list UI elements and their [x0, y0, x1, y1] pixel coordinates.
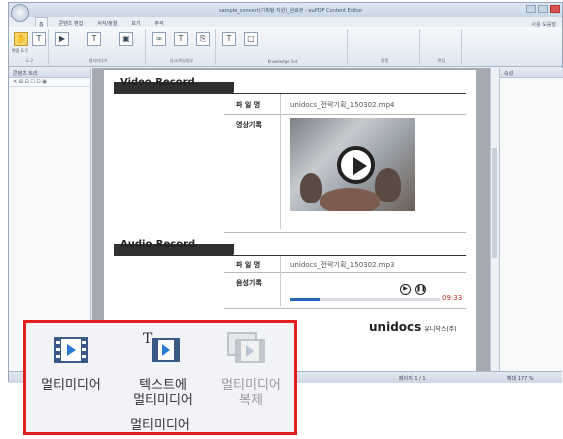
vertical-scrollbar[interactable]	[490, 68, 498, 373]
svg-text:T: T	[143, 331, 153, 347]
ribbon-group-label-multimedia: 멀티미디어	[88, 58, 108, 63]
ribbon: ✋ T 편집 도구 도구 ▶ T ▣ 멀티미디어 ∞ T ⎘ 링크/파일첨부 T…	[9, 27, 562, 67]
text-link-icon[interactable]: T	[174, 32, 188, 46]
multimedia-callout: T 멀티미디어 텍스트에 멀티미디어 멀티미디어 복제 멀티미디어	[23, 320, 297, 435]
attach-file-icon[interactable]: ⎘	[196, 32, 210, 46]
rectangle-icon[interactable]: □	[244, 32, 258, 46]
edit-tool-icon[interactable]: ✋	[14, 32, 28, 46]
ribbon-item-edit-tool: 편집 도구	[12, 48, 28, 53]
video-section-title: Video Record	[120, 77, 195, 88]
ribbon-group-link: ∞ T ⎘ 링크/파일첨부	[148, 29, 216, 65]
audio-play-icon[interactable]: ▶	[400, 284, 411, 295]
callout-label-text-multimedia[interactable]: 텍스트에 멀티미디어	[118, 378, 208, 408]
audio-filename-label: 파 일 명	[236, 261, 261, 269]
video-player[interactable]	[290, 118, 415, 211]
video-thumbnail-figure	[300, 173, 322, 203]
audio-pause-icon[interactable]: ❚❚	[415, 284, 426, 295]
video-filename-label: 파 일 명	[236, 101, 261, 109]
ribbon-group-align: 정렬	[350, 29, 420, 65]
video-record-label: 영상기록	[236, 121, 262, 129]
ribbon-group-label-link: 링크/파일첨부	[169, 58, 194, 63]
left-panel-title: 콘텐츠 트리	[9, 68, 90, 78]
audio-progress-bar[interactable]	[290, 298, 440, 301]
close-button[interactable]	[550, 5, 560, 13]
ribbon-group-label-edit: 편집	[437, 58, 446, 63]
multimedia-icon[interactable]: ▶	[55, 32, 69, 46]
ribbon-group-label-tools: 도구	[25, 58, 34, 63]
right-panel-title: 속성	[500, 68, 563, 78]
audio-column-divider	[280, 256, 281, 306]
logo-brand: unidocs	[369, 320, 422, 334]
text-area-icon[interactable]: T	[222, 32, 236, 46]
zoom-indicator[interactable]: 확대 177 %	[507, 375, 534, 382]
video-thumbnail-figure	[320, 188, 380, 211]
callout-group-label: 멀티미디어	[130, 418, 190, 433]
callout-label-multimedia-copy: 멀티미디어 복제	[221, 378, 281, 408]
ribbon-group-multimedia: ▶ T ▣ 멀티미디어	[51, 29, 146, 65]
multimedia-copy-icon	[227, 332, 265, 363]
video-column-divider	[280, 94, 281, 229]
text-tool-icon[interactable]: T	[32, 32, 46, 46]
maximize-button[interactable]	[538, 5, 548, 13]
audio-section-rule	[116, 255, 466, 256]
audio-divider	[224, 272, 466, 273]
video-filename-value: unidocs_전략기획_150302.mp4	[290, 101, 395, 109]
audio-time: 09:33	[442, 294, 463, 302]
ribbon-group-label-align: 정렬	[380, 58, 389, 63]
window-title: sample_convert(기획팀 지원)_완료본 - euPDF Conte…	[219, 8, 363, 14]
callout-label-multimedia[interactable]: 멀티미디어	[26, 378, 116, 393]
video-section-rule	[116, 93, 466, 94]
audio-progress-fill	[290, 298, 320, 301]
ribbon-group-label-knowledge-set: Knowledge Set	[267, 59, 298, 64]
audio-bottom-rule	[224, 308, 466, 309]
play-icon[interactable]	[337, 146, 375, 184]
logo-sub: 유니닥스(주)	[424, 326, 457, 333]
left-panel-toolbar[interactable]: ✕ ⊞ ⊟ ☐ ⊡ ▣	[9, 78, 90, 87]
link-icon[interactable]: ∞	[152, 32, 166, 46]
text-multimedia-icon[interactable]: T	[141, 329, 183, 365]
ribbon-group-knowledge-set: T □ Knowledge Set	[218, 29, 348, 65]
right-panel: 속성	[499, 68, 563, 382]
audio-filename-value: unidocs_전략기획_150302.mp3	[290, 261, 395, 269]
text-multimedia-ribbon-icon[interactable]: T	[87, 32, 101, 46]
ribbon-group-tools: ✋ T 편집 도구 도구	[11, 29, 49, 65]
multimedia-copy-ribbon-icon[interactable]: ▣	[119, 32, 133, 46]
unidocs-logo: unidocs 유니닥스(주)	[369, 320, 457, 334]
ribbon-group-edit: 편집	[422, 29, 462, 65]
title-bar: sample_convert(기획팀 지원)_완료본 - euPDF Conte…	[9, 3, 562, 17]
audio-section-title: Audio Record	[120, 239, 196, 250]
video-bottom-rule	[224, 232, 466, 233]
page-indicator[interactable]: 페이지 1 / 1	[399, 375, 426, 382]
scrollbar-thumb[interactable]	[492, 148, 497, 258]
minimize-button[interactable]	[526, 5, 536, 13]
audio-record-label: 음성기록	[236, 279, 262, 287]
multimedia-film-icon[interactable]	[52, 335, 90, 365]
app-menu-button[interactable]	[11, 4, 29, 22]
video-divider	[224, 114, 466, 115]
window-controls	[526, 5, 560, 13]
